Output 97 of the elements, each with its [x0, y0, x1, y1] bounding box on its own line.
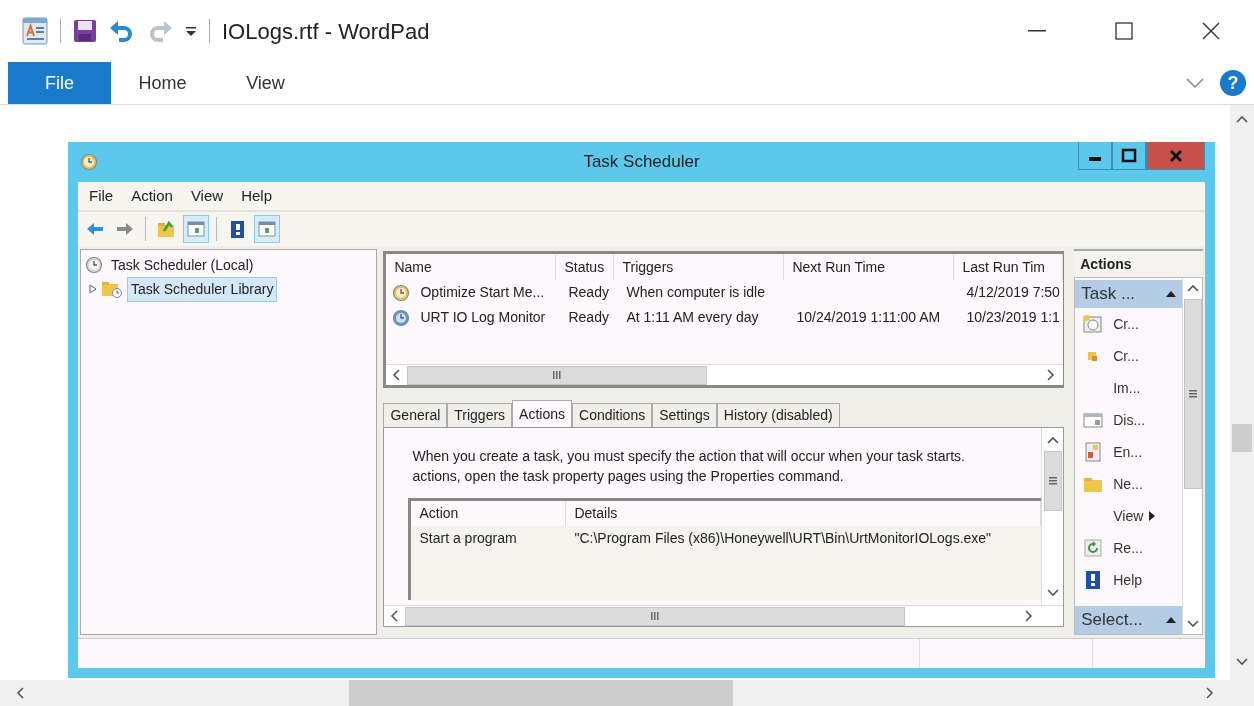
tree-item[interactable]: Task Scheduler Library	[127, 276, 278, 302]
ribbon-tab[interactable]: Home	[111, 62, 214, 104]
section-header[interactable]: Select...	[1075, 606, 1182, 634]
menu-item[interactable]: File	[82, 184, 121, 208]
customize-caret-icon[interactable]	[185, 25, 197, 37]
toolbar-button[interactable]	[183, 215, 209, 243]
table-cell-text: Optimize Start Me...	[419, 283, 545, 302]
clock-icon	[80, 153, 98, 171]
folder-clock-icon	[101, 280, 123, 298]
tab[interactable]: History (disabled)	[716, 403, 840, 427]
window-icon	[1083, 410, 1104, 430]
maximize-button[interactable]	[1112, 142, 1146, 170]
tab[interactable]: Triggers	[447, 403, 513, 427]
clock-icon	[85, 256, 103, 274]
scrollbar-thumb[interactable]	[405, 606, 906, 626]
maximize-icon	[1121, 147, 1137, 164]
table-cell-text: 10/23/2019 1:1	[965, 308, 1060, 327]
table-cell-text: Ready	[567, 308, 609, 327]
tab[interactable]: Actions	[512, 400, 573, 427]
table-cell-text: Start a program	[418, 529, 518, 548]
maximize-icon	[1113, 21, 1134, 41]
scroll-left-button[interactable]	[16, 686, 25, 700]
pane-title: Actions	[1074, 249, 1203, 277]
tab[interactable]: Settings	[652, 403, 717, 427]
scroll-down-button[interactable]	[1185, 619, 1200, 628]
minimize-icon	[1089, 157, 1101, 161]
tab[interactable]: Conditions	[572, 403, 653, 427]
table-cell-text: 10/24/2019 1:11:00 AM	[795, 308, 941, 327]
refresh-icon	[1083, 538, 1104, 558]
column-header[interactable]: Name	[386, 254, 557, 280]
ribbon-tab[interactable]: View	[214, 62, 317, 104]
collapse-ribbon-icon[interactable]	[1186, 78, 1204, 88]
collapse-icon[interactable]	[1166, 617, 1176, 623]
window-icon	[186, 219, 206, 239]
table-cell-text: 4/12/2019 7:50	[965, 283, 1060, 302]
scrollbar-thumb[interactable]	[1043, 451, 1062, 511]
action-item[interactable]: Ne...	[1075, 468, 1182, 500]
action-item[interactable]: Cr...	[1075, 308, 1182, 340]
scroll-left-button[interactable]	[390, 609, 400, 623]
column-header[interactable]: Status	[556, 254, 615, 280]
action-item[interactable]: Help	[1075, 564, 1182, 596]
scroll-down-button[interactable]	[1235, 657, 1249, 666]
scroll-right-button[interactable]	[1205, 686, 1214, 700]
ribbon-tab[interactable]: File	[8, 62, 111, 104]
tab[interactable]: General	[383, 403, 448, 427]
scroll-right-button[interactable]	[1046, 368, 1056, 382]
collapse-icon[interactable]	[1166, 291, 1176, 297]
description-text: When you create a task, you must specify the action that will occur when your task starts.	[412, 447, 966, 466]
scrollbar-thumb[interactable]	[1232, 424, 1252, 452]
table-cell-text: Ready	[567, 283, 609, 302]
toolbar-button[interactable]	[254, 215, 280, 243]
action-item[interactable]: Dis...	[1075, 404, 1182, 436]
column-header[interactable]: Triggers	[614, 254, 785, 280]
scroll-up-button[interactable]	[1045, 436, 1060, 445]
save-icon[interactable]	[73, 19, 97, 43]
window-icon	[257, 219, 277, 239]
expand-icon[interactable]	[89, 284, 97, 294]
table-cell-text: "C:\Program Files (x86)\Honeywell\URT\Bin\UrtMonitorIOLogs.exe"	[573, 529, 993, 548]
help-button[interactable]: ?	[1220, 70, 1246, 96]
column-header[interactable]: Action	[411, 501, 567, 526]
section-header[interactable]: Task ...	[1075, 280, 1182, 308]
action-item[interactable]: Im...	[1075, 372, 1182, 404]
submenu-arrow-icon	[1149, 511, 1156, 521]
column-header[interactable]: Next Run Time	[784, 254, 955, 280]
action-item[interactable]: Cr...	[1075, 340, 1182, 372]
scroll-up-button[interactable]	[1185, 284, 1200, 293]
table-cell-text: At 1:11 AM every day	[625, 308, 759, 327]
action-item[interactable]: En...	[1075, 436, 1182, 468]
wordpad-icon	[22, 16, 48, 46]
minimize-button[interactable]	[1078, 142, 1112, 170]
minimize-icon	[1027, 30, 1046, 32]
document-icon	[1083, 442, 1104, 462]
menu-item[interactable]: Help	[234, 184, 279, 208]
tree-item[interactable]: Task Scheduler (Local)	[107, 252, 258, 278]
window-title: Task Scheduler	[583, 151, 700, 174]
undo-icon[interactable]	[109, 18, 135, 44]
close-icon	[1200, 21, 1221, 41]
close-button[interactable]	[1146, 142, 1205, 170]
up-folder-icon	[156, 219, 176, 239]
action-item[interactable]: Re...	[1075, 532, 1182, 564]
menu-item[interactable]: Action	[124, 184, 180, 208]
table-cell-text: URT IO Log Monitor	[419, 308, 546, 327]
task-icon	[1083, 314, 1104, 334]
scrollbar-thumb[interactable]	[407, 365, 708, 385]
scrollbar-thumb[interactable]	[1183, 299, 1202, 489]
scroll-down-button[interactable]	[1045, 588, 1060, 597]
scroll-right-button[interactable]	[1024, 609, 1034, 623]
scrollbar-thumb[interactable]	[349, 680, 733, 706]
column-header[interactable]: Last Run Tim	[954, 254, 1064, 280]
menu-item[interactable]: View	[183, 184, 231, 208]
close-icon	[1168, 148, 1183, 163]
scroll-left-button[interactable]	[392, 368, 402, 382]
window-title: IOLogs.rtf - WordPad	[222, 17, 430, 46]
table-cell-text: When computer is idle	[625, 283, 765, 302]
description-text: actions, open the task property pages using the Properties command.	[412, 467, 845, 486]
action-item[interactable]: View	[1075, 500, 1182, 532]
scroll-up-button[interactable]	[1235, 115, 1249, 124]
